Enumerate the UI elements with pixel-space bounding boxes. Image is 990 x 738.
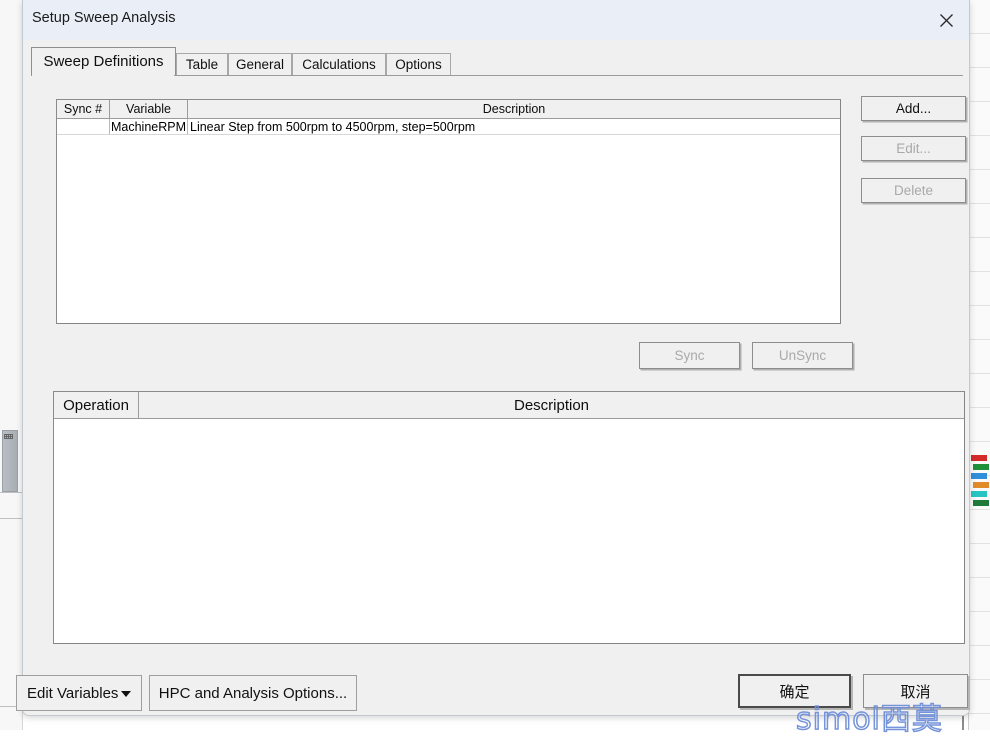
background-left-panel [0,0,23,730]
hpc-and-analysis-options-button[interactable]: HPC and Analysis Options... [149,675,357,711]
tab-calculations[interactable]: Calculations [292,53,386,75]
setup-sweep-analysis-dialog: Setup Sweep Analysis Sweep Definitions Ta… [22,0,970,716]
sync-button: Sync [639,342,740,369]
column-header-description[interactable]: Description [188,100,840,118]
tab-label: Table [186,57,218,72]
dialog-title: Setup Sweep Analysis [32,10,175,26]
cell-variable: MachineRPM [110,119,188,134]
active-tab-seam [32,74,174,76]
tab-label: Options [395,57,442,72]
cancel-button[interactable]: 取消 [863,674,968,708]
sweep-definitions-grid[interactable]: Sync # Variable Description MachineRPMLi… [56,99,841,324]
add-button[interactable]: Add... [861,96,966,121]
background-divider [0,492,22,493]
tab-general[interactable]: General [228,53,292,75]
edit-variables-label: Edit Variables [27,685,118,702]
background-right-rows [969,0,990,730]
chevron-down-icon[interactable] [121,691,131,697]
unsync-button: UnSync [752,342,853,369]
column-header-operation-description[interactable]: Description [139,392,964,418]
tab-strip: Sweep Definitions Table General Calculation… [23,40,969,75]
background-color-bars [971,455,989,515]
ok-button[interactable]: 确定 [738,674,851,708]
background-color-bar [971,455,987,461]
sweep-grid-header: Sync # Variable Description [57,100,840,119]
background-color-bar [971,473,987,479]
cell-sync [57,119,110,134]
tab-label: Sweep Definitions [43,53,163,70]
background-color-bar [971,491,987,497]
delete-button: Delete [861,178,966,203]
tab-options[interactable]: Options [386,53,451,75]
background-scrollbar-thumb[interactable] [2,430,18,492]
tab-sweep-definitions[interactable]: Sweep Definitions [31,47,176,75]
sweep-grid-body: MachineRPMLinear Step from 500rpm to 450… [57,119,840,135]
close-icon[interactable] [923,0,969,40]
column-header-operation[interactable]: Operation [54,392,139,418]
tab-label: Calculations [302,57,376,72]
background-color-bar [973,500,989,506]
column-header-variable[interactable]: Variable [110,100,188,118]
background-color-bar [973,464,989,470]
tab-table[interactable]: Table [176,53,228,75]
operation-grid-header: Operation Description [54,392,964,419]
cell-description: Linear Step from 500rpm to 4500rpm, step… [188,119,840,134]
background-divider [0,518,22,519]
tab-label: General [236,57,284,72]
edit-button: Edit... [861,136,966,161]
column-header-sync[interactable]: Sync # [57,100,110,118]
background-scrollbar-grip [4,434,13,439]
dialog-titlebar: Setup Sweep Analysis [23,0,969,40]
operation-grid[interactable]: Operation Description [53,391,965,644]
background-color-bar [973,482,989,488]
table-row[interactable]: MachineRPMLinear Step from 500rpm to 450… [57,119,840,135]
edit-variables-button[interactable]: Edit Variables [16,675,142,711]
